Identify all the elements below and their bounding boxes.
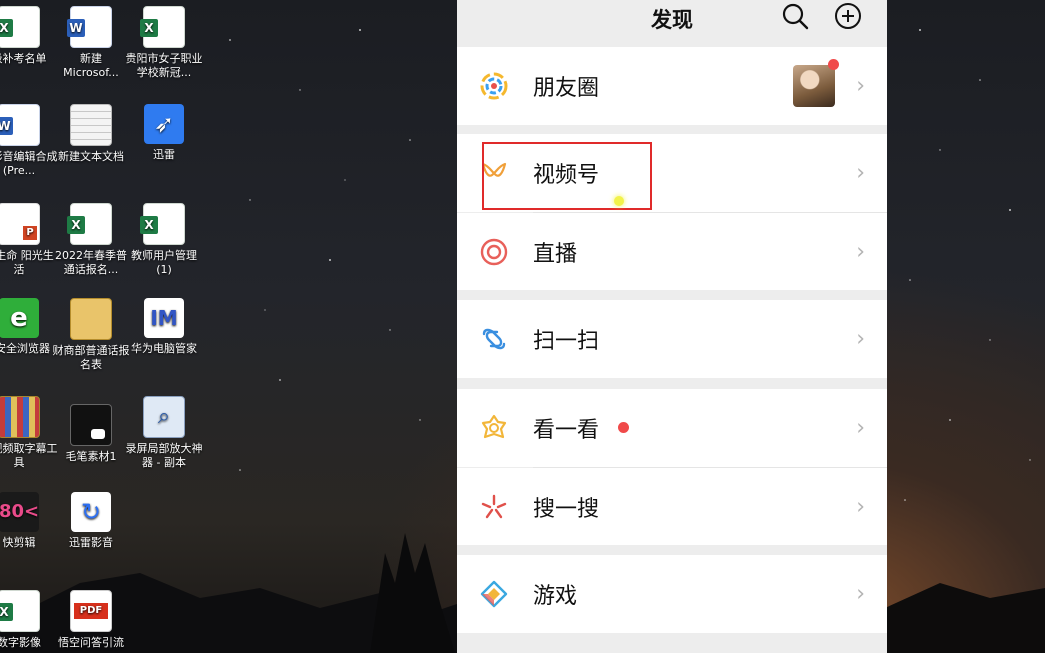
desktop-icon-8[interactable]: 2022年春季普通话报名...	[52, 203, 130, 277]
chevron-right-icon: ›	[856, 581, 865, 607]
chevron-right-icon: ›	[856, 73, 865, 99]
search-icon[interactable]	[780, 1, 810, 31]
excel-icon	[0, 6, 40, 48]
desktop-icon-19[interactable]: 悟空问答引流	[52, 590, 130, 650]
menu-item-label: 扫一扫	[533, 329, 600, 354]
menu-item-live[interactable]: 直播 ›	[457, 213, 887, 290]
desktop-icon-11[interactable]: 财商部普通话报名表	[52, 298, 130, 372]
menu-item-games[interactable]: 游戏 ›	[457, 555, 887, 633]
moments-icon	[480, 72, 508, 100]
desktop-icon-label: 数字影像	[0, 636, 41, 649]
desktop-icon-18[interactable]: 数字影像	[0, 590, 58, 650]
desktop-icon-2[interactable]: 新建 Microsof...	[52, 6, 130, 80]
xunlei-video-icon: ↻	[71, 492, 111, 532]
desktop-icon-label: 新建 Microsof...	[63, 52, 119, 79]
scan-icon	[482, 328, 506, 350]
desktop-icon-16[interactable]: 80< 快剪辑	[0, 492, 58, 550]
menu-item-top-stories[interactable]: 看一看 ›	[457, 389, 887, 467]
desktop-icon-10[interactable]: e 0安全浏览器	[0, 298, 58, 356]
add-circle-icon[interactable]	[833, 1, 863, 31]
browser-icon: e	[0, 298, 39, 338]
top-stories-icon	[481, 414, 507, 439]
desktop-icon-15[interactable]: ⌕ 录屏局部放大神器 - 副本	[125, 396, 203, 470]
text-doc-icon	[70, 104, 112, 146]
excel-icon	[0, 590, 40, 632]
desktop-icon-label: 教师用户管理(1)	[131, 249, 197, 276]
desktop-icon-label: 悟空问答引流	[58, 636, 124, 649]
desktop-icon-label: 0安全浏览器	[0, 342, 50, 355]
desktop-icon-label: 贵阳市女子职业学校新冠...	[125, 52, 203, 79]
magnifier-icon: ⌕	[143, 396, 185, 438]
excel-icon	[140, 203, 185, 245]
desktop-icon-5[interactable]: 新建文本文档	[52, 104, 130, 164]
desktop-icon-label: 迅雷	[153, 148, 175, 161]
desktop-icon-14[interactable]: 毛笔素材1	[52, 404, 130, 464]
desktop-icon-13[interactable]: 快视频取字幕工具	[0, 396, 58, 470]
excel-icon	[140, 6, 185, 48]
desktop-icon-6[interactable]: ➶ 迅雷	[125, 104, 203, 162]
chevron-right-icon: ›	[856, 326, 865, 352]
chevron-right-icon: ›	[856, 160, 865, 186]
excel-icon	[67, 203, 112, 245]
top-bar: 发现	[457, 0, 887, 46]
menu-item-moments[interactable]: 朋友圈 ›	[457, 47, 887, 125]
desktop-icon-label: 级补考名单	[0, 52, 47, 65]
folder-icon	[70, 298, 112, 340]
zip-icon	[0, 396, 40, 438]
desktop-icon-label: 华为电脑管家	[131, 342, 197, 355]
menu-item-search[interactable]: 搜一搜 ›	[457, 468, 887, 545]
page-title: 发现	[651, 8, 693, 32]
menu-item-label: 朋友圈	[533, 76, 600, 101]
menu-item-label: 搜一搜	[533, 496, 600, 522]
chevron-right-icon: ›	[856, 415, 865, 441]
chevron-right-icon: ›	[856, 494, 865, 519]
desktop-icon-label: 字影音编辑合成(Pre...	[0, 150, 58, 177]
menu-item-label: 游戏	[533, 584, 578, 609]
desktop-icon-label: 财商部普通话报名表	[52, 344, 130, 371]
menu-item-label: 直播	[533, 241, 578, 267]
image-icon	[70, 404, 112, 446]
desktop-icon-7[interactable]: 爱生命 阳光生活	[0, 203, 58, 277]
menu-item-scan[interactable]: 扫一扫 ›	[457, 300, 887, 378]
new-badge	[828, 59, 839, 70]
word-icon	[0, 104, 40, 146]
games-icon	[480, 580, 508, 608]
desktop-icon-label: 爱生命 阳光生活	[0, 249, 54, 276]
highlight-box	[482, 142, 652, 210]
wechat-discover-panel: 发现 朋友圈 › 视频号 › 直播 › 扫一扫 › 看一看 › 搜一搜 › 游戏…	[457, 0, 887, 653]
desktop-icon-label: 迅雷影音	[69, 536, 113, 549]
desktop-icon-label: 快剪辑	[2, 536, 36, 549]
desktop-icon-label: 毛笔素材1	[65, 450, 117, 463]
word-icon	[67, 6, 112, 48]
ppt-icon	[0, 203, 40, 245]
huawei-icon: IM	[144, 298, 184, 338]
search-search-icon	[481, 494, 507, 518]
desktop-icon-12[interactable]: IM 华为电脑管家	[125, 298, 203, 356]
new-badge	[618, 422, 629, 433]
desktop-icon-4[interactable]: 字影音编辑合成(Pre...	[0, 104, 58, 178]
desktop-icon-17[interactable]: ↻ 迅雷影音	[52, 492, 130, 550]
kuaijianji-icon: 80<	[0, 492, 39, 532]
desktop-icon-label: 录屏局部放大神器 - 副本	[125, 442, 203, 469]
desktop-icon-label: 新建文本文档	[58, 150, 124, 163]
desktop-icon-label: 快视频取字幕工具	[0, 442, 58, 469]
moments-thumbnail	[793, 65, 835, 107]
desktop-icon-3[interactable]: 贵阳市女子职业学校新冠...	[125, 6, 203, 80]
mouse-cursor	[614, 196, 624, 206]
menu-item-label: 看一看	[533, 418, 600, 443]
live-icon	[480, 238, 508, 265]
chevron-right-icon: ›	[856, 239, 865, 264]
thunder-icon: ➶	[144, 104, 184, 144]
desktop-icon-1[interactable]: 级补考名单	[0, 6, 58, 66]
desktop-icon-9[interactable]: 教师用户管理(1)	[125, 203, 203, 277]
desktop-icon-label: 2022年春季普通话报名...	[55, 249, 127, 276]
pdf-icon	[70, 590, 112, 632]
